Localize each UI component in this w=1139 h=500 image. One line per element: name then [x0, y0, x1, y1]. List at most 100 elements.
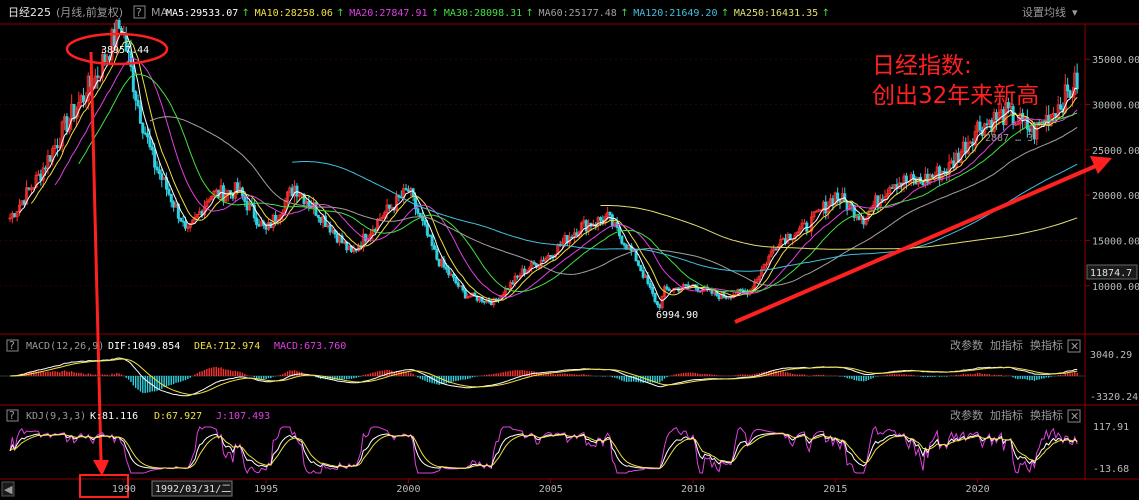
low-label: 6994.90 [656, 310, 698, 321]
kdj-edit-params[interactable]: 改参数 [950, 408, 983, 422]
ma-legend-item: MA5:29533.07 [166, 8, 238, 19]
candle-body [157, 169, 161, 175]
ma-legend-item: MA10:28258.06 [255, 8, 333, 19]
candle-body [183, 221, 187, 229]
macd-dea-line [10, 358, 1078, 395]
candle-body [255, 217, 259, 225]
candle-body [150, 146, 154, 151]
price-tick-label: 30000.00 [1092, 101, 1139, 112]
candle-body [622, 242, 626, 246]
candle-body [1066, 84, 1070, 92]
candle-body [655, 301, 659, 306]
candle-body [179, 217, 183, 222]
candle-body [131, 66, 135, 92]
candle-body [653, 292, 657, 303]
candle-body [155, 166, 159, 171]
candle-body [335, 233, 339, 243]
candle-body [245, 200, 249, 211]
candle-body [459, 285, 463, 288]
ma-legend-item: MA60:25177.48 [539, 8, 617, 19]
candle-body [117, 20, 121, 29]
macd-switch-indicator[interactable]: 换指标 [1030, 338, 1063, 352]
candle-body [112, 29, 116, 46]
candle-body [264, 224, 268, 230]
annotation-line-2: 创出32年来新高 [872, 83, 1039, 109]
kdj-k: K:81.116 [90, 411, 138, 422]
candle-body [96, 75, 100, 78]
ma-dropdown-icon[interactable]: ▾ [1072, 6, 1078, 19]
candle-body [658, 304, 662, 309]
chart-mode: (月线,前复权) [56, 5, 123, 19]
nikkei-chart: 日经225 (月线,前复权) ? MA MA5:29533.07 ↑ MA10:28… [0, 5, 1139, 498]
year-label: 2010 [681, 484, 705, 495]
candle-body [684, 284, 688, 287]
candle-body [890, 187, 894, 189]
macd-axis-bottom: -3320.24 [1090, 392, 1138, 403]
data-point [186, 235, 188, 237]
right-partial-label: 2887 … 3 [985, 133, 1033, 144]
candle-body [926, 173, 930, 183]
data-point [151, 158, 153, 160]
settings-ma-button[interactable]: 设置均线 [1022, 5, 1066, 19]
candle-body [172, 201, 176, 208]
candle-body [641, 270, 645, 278]
year-label: 1995 [254, 484, 278, 495]
macd-add-indicator[interactable]: 加指标 [990, 338, 1023, 352]
candle-body [387, 204, 391, 209]
candle-body [598, 217, 602, 221]
data-point [38, 176, 40, 178]
candle-body [181, 220, 185, 223]
candle-body [55, 145, 59, 149]
year-label: 1990 [112, 484, 136, 495]
time-axis-years: 1990 1995 2000 2005 2010 2015 2020 [112, 479, 990, 495]
macd-title: MACD(12,26,9) [26, 341, 104, 352]
candle-body [549, 255, 553, 257]
price-tick-label: 15000.00 [1092, 236, 1139, 247]
kdj-d: D:67.927 [154, 411, 202, 422]
price-tick-label: 20000.00 [1092, 191, 1139, 202]
kdj-axis-bottom: -13.68 [1093, 464, 1129, 475]
candle-body [463, 289, 467, 299]
price-tick-label: 35000.00 [1092, 55, 1139, 66]
candle-body [307, 201, 311, 207]
macd-help-glyph: ? [9, 339, 15, 352]
candle-body [404, 188, 408, 191]
candle-body [724, 296, 728, 299]
candle-body [153, 149, 157, 168]
kdj-add-indicator[interactable]: 加指标 [990, 408, 1023, 422]
candle-body [904, 175, 908, 183]
year-label: 2000 [396, 484, 420, 495]
candle-body [857, 215, 861, 220]
candle-body [316, 214, 320, 218]
candle-body [44, 167, 48, 170]
candle-body [22, 200, 26, 205]
candle-body [824, 201, 828, 214]
candle-body [651, 287, 655, 294]
price-tick-label: 10000.00 [1092, 282, 1139, 293]
candle-body [447, 268, 451, 276]
candle-body [451, 274, 455, 278]
candle-body [515, 275, 519, 278]
candle-body [428, 234, 432, 237]
data-point [578, 226, 580, 228]
candle-body [648, 283, 652, 288]
candle-body [373, 229, 377, 231]
macd-edit-params[interactable]: 改参数 [950, 338, 983, 352]
candle-body [229, 190, 233, 194]
candle-body [921, 181, 925, 186]
ma-line-10 [30, 40, 1078, 302]
candle-body [72, 103, 76, 120]
ma-trend-arrow-icon: ↑ [336, 8, 344, 19]
data-point [891, 181, 893, 183]
candle-body [836, 192, 840, 200]
kdj-switch-indicator[interactable]: 换指标 [1030, 408, 1063, 422]
candle-body [665, 286, 669, 290]
candle-body [1068, 90, 1072, 98]
candle-body [430, 235, 434, 247]
macd-dif-line [9, 357, 1078, 397]
candle-body [418, 212, 422, 217]
down-arrow-head [93, 460, 109, 476]
candle-body [717, 294, 721, 300]
macd-dea: DEA:712.974 [194, 341, 260, 352]
candle-body [636, 260, 640, 266]
